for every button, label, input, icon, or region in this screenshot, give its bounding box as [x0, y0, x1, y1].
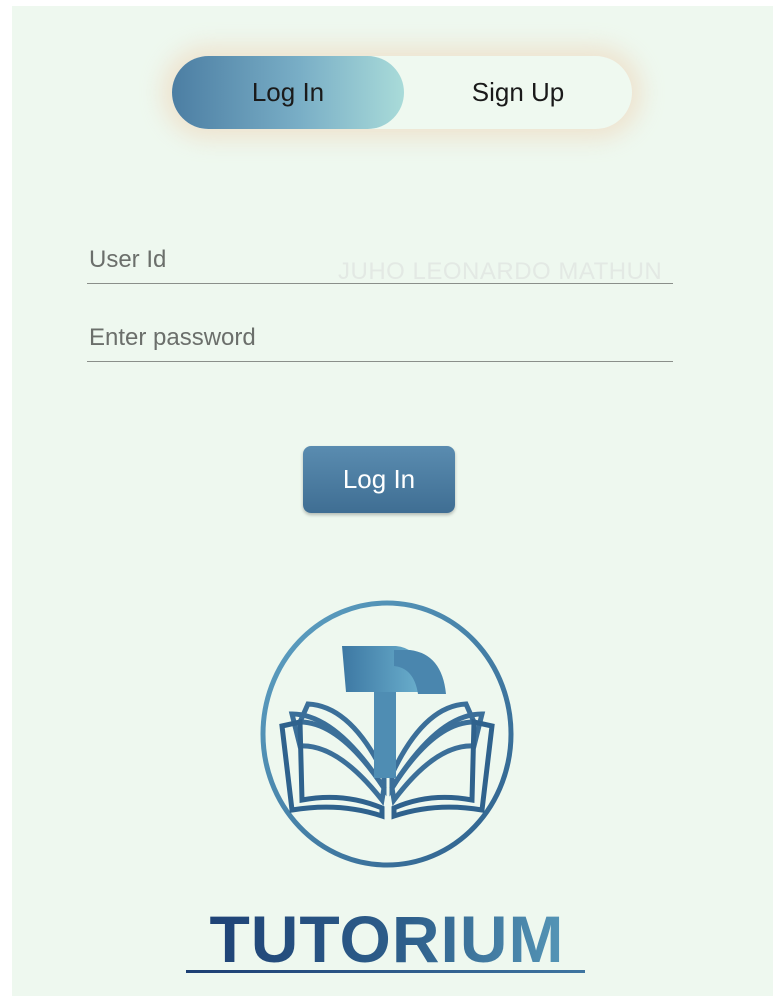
login-button[interactable]: Log In [303, 446, 455, 513]
signup-tab[interactable]: Sign Up [404, 56, 632, 129]
brand-underline [186, 970, 585, 973]
book-t-circle-icon [260, 600, 514, 868]
auth-mode-toggle: Log In Sign Up [172, 56, 632, 129]
login-tab[interactable]: Log In [172, 56, 404, 129]
user-id-input[interactable] [87, 236, 673, 284]
login-panel: Log In Sign Up JUHO LEONARDO MATHUN Log … [12, 6, 773, 996]
password-input[interactable] [87, 314, 673, 362]
brand-name: TUTORIUM [182, 906, 592, 972]
